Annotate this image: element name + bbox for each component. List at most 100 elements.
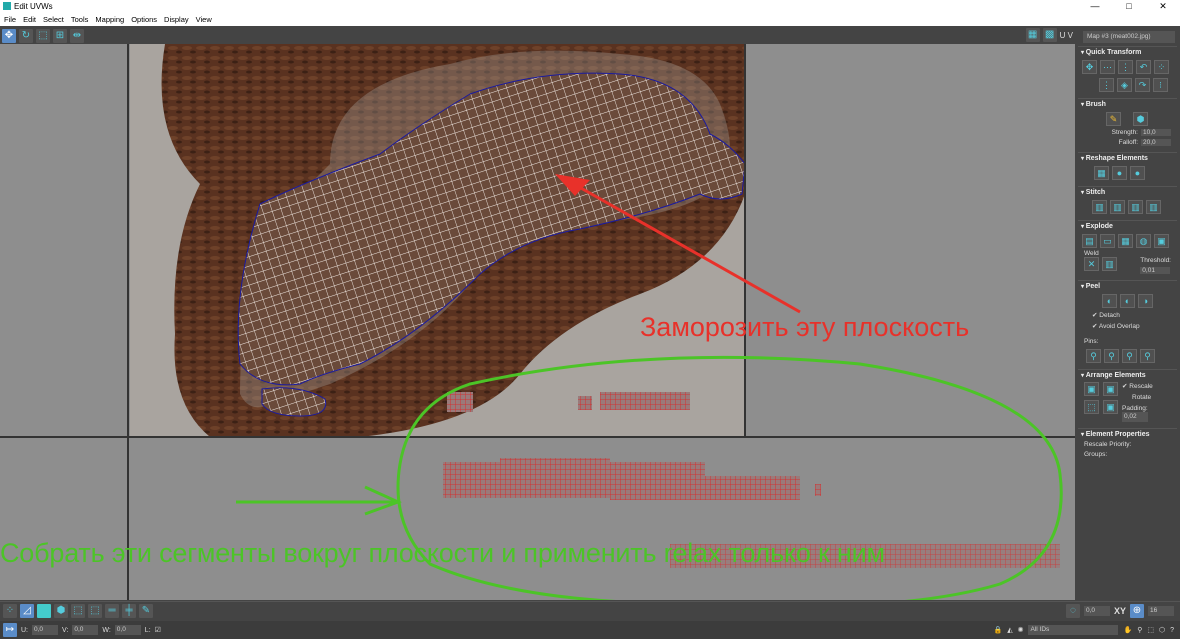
rollout-title[interactable]: Arrange Elements xyxy=(1081,372,1177,379)
weld-selected-icon[interactable]: ✕ xyxy=(1084,257,1099,271)
w-input[interactable]: 0,0 xyxy=(114,625,141,635)
menu-file[interactable]: File xyxy=(4,15,16,24)
close-button[interactable]: ✕ xyxy=(1146,0,1180,12)
relax-icon[interactable]: ● xyxy=(1112,166,1127,180)
filter-icon[interactable]: ◭ xyxy=(1007,626,1012,634)
rollout-title[interactable]: Explode xyxy=(1081,223,1177,230)
ring-icon[interactable]: ╪ xyxy=(122,604,136,618)
menu-mapping[interactable]: Mapping xyxy=(95,15,124,24)
menu-display[interactable]: Display xyxy=(164,15,189,24)
grid-input[interactable]: 16 xyxy=(1148,606,1174,616)
pack-rescale-icon[interactable]: ▣ xyxy=(1103,400,1118,414)
flatten-icon[interactable]: ▦ xyxy=(1118,234,1133,248)
relax-settings-icon[interactable]: ● xyxy=(1130,166,1145,180)
straighten-icon[interactable]: ▦ xyxy=(1094,166,1109,180)
padding-input[interactable]: 0,02 xyxy=(1122,412,1148,422)
map-dropdown[interactable]: Map #3 (meat002.jpg) xyxy=(1083,31,1175,43)
peel-mode-icon[interactable]: ◐ xyxy=(1120,294,1135,308)
stitch-icon[interactable]: ▥ xyxy=(1092,200,1107,214)
select-face-icon[interactable] xyxy=(37,604,51,618)
u-input[interactable]: 0,0 xyxy=(32,625,58,635)
align-center-icon[interactable]: ✥ xyxy=(1082,60,1097,74)
select-edge-icon[interactable]: ◿ xyxy=(20,604,34,618)
space-icon[interactable]: ⁘ xyxy=(1154,60,1169,74)
rotate-cw-icon[interactable]: ↷ xyxy=(1135,78,1150,92)
threshold-input[interactable]: 0,01 xyxy=(1140,267,1171,274)
material-flatten-icon[interactable]: ▣ xyxy=(1154,234,1169,248)
maximize-button[interactable]: □ xyxy=(1112,0,1146,12)
stitch-target-icon[interactable]: ▥ xyxy=(1128,200,1143,214)
rollout-title[interactable]: Reshape Elements xyxy=(1081,155,1177,162)
detach-icon[interactable]: ▭ xyxy=(1100,234,1115,248)
pivot-icon[interactable]: ◈ xyxy=(1117,78,1132,92)
uv-label[interactable]: U V xyxy=(1060,31,1073,40)
relax-brush-icon[interactable]: ⬢ xyxy=(1133,112,1148,126)
weld-all-icon[interactable]: ▥ xyxy=(1102,257,1117,271)
minimize-button[interactable]: — xyxy=(1078,0,1112,12)
rollout-title[interactable]: Peel xyxy=(1081,283,1177,290)
select-element-icon[interactable]: ⬢ xyxy=(54,604,68,618)
select-vertex-icon[interactable]: ⁘ xyxy=(3,604,17,618)
absolute-mode-icon[interactable]: ↦ xyxy=(3,623,17,637)
lock-icon[interactable]: 🔒 xyxy=(994,626,1003,634)
pack-normalize-icon[interactable]: ▣ xyxy=(1103,382,1118,396)
zoom-extents-icon[interactable]: ⬡ xyxy=(1159,626,1165,634)
move-icon[interactable]: ✥ xyxy=(2,28,16,43)
rollout-title[interactable]: Stitch xyxy=(1081,189,1177,196)
auto-pin-icon[interactable]: ⚲ xyxy=(1140,349,1155,363)
checker-pattern-icon[interactable]: ▩ xyxy=(1042,28,1057,42)
detach-checkbox[interactable]: Detach xyxy=(1092,311,1177,319)
help-icon[interactable]: ? xyxy=(1170,627,1174,634)
rollout-title[interactable]: Brush xyxy=(1081,101,1177,108)
falloff-input[interactable]: 20,0 xyxy=(1141,139,1171,146)
scale-icon[interactable]: ⬚ xyxy=(36,28,50,43)
rotate-ccw-icon[interactable]: ↶ xyxy=(1136,60,1151,74)
stitch-source-icon[interactable]: ▥ xyxy=(1110,200,1125,214)
rotation-input[interactable]: 0,0 xyxy=(1083,606,1110,616)
pack-together-icon[interactable]: ⬚ xyxy=(1084,400,1099,414)
strength-input[interactable]: 10,0 xyxy=(1141,129,1171,136)
avoid-overlap-checkbox[interactable]: Avoid Overlap xyxy=(1092,322,1177,330)
menu-options[interactable]: Options xyxy=(131,15,157,24)
paint-brush-icon[interactable]: ✎ xyxy=(1106,112,1121,126)
quick-peel-icon[interactable]: ◐ xyxy=(1102,294,1117,308)
xy-toggle[interactable]: XY xyxy=(1114,606,1126,616)
rollout-title[interactable]: Quick Transform xyxy=(1081,49,1177,56)
menu-view[interactable]: View xyxy=(196,15,212,24)
loop-icon[interactable]: ═ xyxy=(105,604,119,618)
hide-icon[interactable]: ✺ xyxy=(1018,626,1024,634)
stitch-average-icon[interactable]: ▥ xyxy=(1146,200,1161,214)
align-left-icon[interactable]: ⋮ xyxy=(1099,78,1114,92)
pan-icon[interactable]: ✋ xyxy=(1123,626,1132,634)
rotate-checkbox[interactable]: Rotate xyxy=(1132,394,1153,401)
pack-custom-icon[interactable]: ▣ xyxy=(1084,382,1099,396)
zoom-region-icon[interactable]: ⬚ xyxy=(1147,626,1154,634)
flatten-smooth-icon[interactable]: ◍ xyxy=(1136,234,1151,248)
shrink-selection-icon[interactable]: ⬚ xyxy=(88,604,102,618)
align-vertical-icon[interactable]: ⋮ xyxy=(1118,60,1133,74)
uv-viewport[interactable]: Заморозить эту плоскость Собрать эти сег… xyxy=(0,44,1075,600)
pin-icon[interactable]: ⚲ xyxy=(1086,349,1101,363)
ids-dropdown[interactable]: All IDs xyxy=(1028,625,1119,635)
paint-select-icon[interactable]: ✎ xyxy=(139,604,153,618)
v-input[interactable]: 0,0 xyxy=(72,625,99,635)
zoom-icon[interactable]: ⚲ xyxy=(1137,626,1142,634)
freeform-icon[interactable]: ⊞ xyxy=(53,28,67,43)
pin-edges-icon[interactable]: ⚲ xyxy=(1122,349,1137,363)
grow-selection-icon[interactable]: ⬚ xyxy=(71,604,85,618)
align-horizontal-icon[interactable]: ⋯ xyxy=(1100,60,1115,74)
menu-edit[interactable]: Edit xyxy=(23,15,36,24)
rotate-icon[interactable]: ↻ xyxy=(19,28,33,43)
checker-icon[interactable]: ▦ xyxy=(1025,28,1040,42)
break-icon[interactable]: ▤ xyxy=(1082,234,1097,248)
l-checkbox[interactable]: ☑ xyxy=(155,626,161,634)
menu-tools[interactable]: Tools xyxy=(71,15,89,24)
rotation-icon[interactable]: ◌ xyxy=(1065,604,1080,618)
menu-select[interactable]: Select xyxy=(43,15,64,24)
unpin-icon[interactable]: ⚲ xyxy=(1104,349,1119,363)
mirror-icon[interactable]: ⇹ xyxy=(70,28,84,43)
space-vertical-icon[interactable]: ⁝ xyxy=(1153,78,1168,92)
rescale-checkbox[interactable]: Rescale xyxy=(1122,382,1152,390)
reset-peel-icon[interactable]: ◑ xyxy=(1138,294,1153,308)
grid-snap-icon[interactable]: ⊕ xyxy=(1130,604,1144,618)
